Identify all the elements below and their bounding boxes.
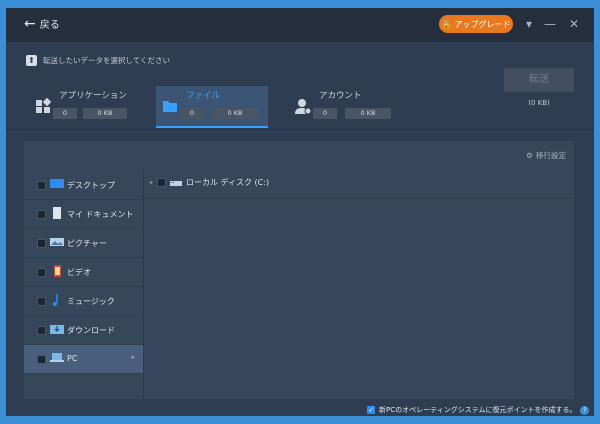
category-accounts[interactable]: アカウント 0 0 KB (289, 86, 401, 126)
checkbox[interactable] (37, 355, 46, 364)
folder-item-music[interactable]: ミュージック (24, 287, 143, 316)
folder-label: マイ ドキュメント (67, 210, 134, 219)
picture-icon (50, 238, 64, 246)
music-note-icon (53, 294, 58, 306)
category-count: 0 (180, 108, 204, 119)
category-count: 0 (53, 108, 77, 119)
category-label: アカウント (319, 91, 362, 101)
chevron-right-icon: ▸ (131, 353, 135, 361)
divider (144, 198, 574, 199)
folder-item-pictures[interactable]: ピクチャー (24, 229, 143, 258)
category-files[interactable]: ファイル 0 0 KB (156, 86, 268, 128)
apps-grid-icon (36, 98, 51, 113)
close-icon[interactable]: ✕ (566, 16, 582, 32)
drive-icon (170, 180, 183, 186)
checkbox[interactable] (37, 297, 46, 306)
back-label: 戻る (39, 20, 60, 31)
folder-item-pc[interactable]: PC ▸ (24, 345, 143, 374)
expand-arrow-icon[interactable]: ▸ (150, 179, 153, 186)
folder-item-downloads[interactable]: ダウンロード (24, 316, 143, 345)
desktop-icon (50, 179, 64, 188)
folder-label: ダウンロード (67, 326, 115, 335)
folder-item-videos[interactable]: ビデオ (24, 258, 143, 287)
back-button[interactable]: ← 戻る (24, 15, 60, 32)
minimize-icon[interactable]: — (542, 16, 558, 32)
restore-point-option[interactable]: ✓ 新PCのオペレーティングシステムに復元ポイントを作成する。 ? (367, 405, 590, 415)
tree-node-local-disk[interactable]: ▸ ローカル ディスク (C:) (150, 177, 269, 188)
title-bar: ← 戻る 🔒 アップグレード ▾ — ✕ (6, 8, 594, 42)
app-window: ← 戻る 🔒 アップグレード ▾ — ✕ ⬆ 転送したいデータを選択してください… (6, 8, 594, 416)
checkbox[interactable] (37, 326, 46, 335)
panel-header: ⚙ 移行設定 (24, 141, 574, 171)
menu-dropdown-icon[interactable]: ▾ (521, 16, 537, 32)
divider (6, 129, 594, 130)
arrow-left-icon: ← (24, 15, 36, 32)
folder-label: デスクトップ (67, 181, 115, 190)
help-icon[interactable]: ? (580, 405, 590, 415)
folder-item-documents[interactable]: マイ ドキュメント (24, 200, 143, 229)
laptop-icon (50, 353, 64, 362)
folder-list: デスクトップ マイ ドキュメント ピクチャー ビデオ ミュージック ダウンロード… (24, 171, 144, 399)
gear-icon: ⚙ (526, 151, 533, 160)
category-size: 0 KB (83, 108, 127, 119)
category-size: 0 KB (345, 108, 391, 119)
hint-text: 転送したいデータを選択してください (43, 56, 171, 65)
tree-node-label: ローカル ディスク (C:) (186, 178, 270, 187)
category-applications[interactable]: アプリケーション 0 0 KB (29, 86, 141, 126)
upgrade-button[interactable]: 🔒 アップグレード (439, 15, 513, 33)
folder-tree: ▸ ローカル ディスク (C:) (144, 171, 574, 399)
category-label: アプリケーション (59, 91, 127, 101)
checkbox[interactable] (157, 178, 167, 187)
user-settings-icon (295, 99, 311, 114)
upgrade-label: アップグレード (454, 19, 511, 29)
folder-icon (163, 101, 177, 112)
lock-icon: 🔒 (441, 19, 452, 29)
restore-point-label: 新PCのオペレーティングシステムに復元ポイントを作成する。 (379, 406, 577, 414)
checkbox[interactable] (37, 268, 46, 277)
category-count: 0 (313, 108, 337, 119)
checkbox[interactable] (37, 239, 46, 248)
instruction-hint: ⬆ 転送したいデータを選択してください (26, 55, 170, 66)
transfer-size: (0 KB) (528, 99, 550, 107)
checkbox[interactable] (37, 181, 46, 190)
folder-label: PC (67, 354, 78, 363)
video-icon (54, 265, 61, 277)
folder-label: ミュージック (67, 297, 115, 306)
category-label: ファイル (186, 91, 221, 101)
folder-label: ビデオ (67, 268, 91, 277)
migration-settings-label: 移行設定 (536, 151, 566, 160)
document-icon (53, 207, 61, 219)
upload-icon: ⬆ (26, 55, 37, 66)
checkbox[interactable] (37, 210, 46, 219)
download-folder-icon (50, 325, 64, 334)
folder-label: ピクチャー (67, 239, 107, 248)
category-size: 0 KB (212, 108, 258, 119)
migration-settings-button[interactable]: ⚙ 移行設定 (526, 150, 566, 161)
file-selection-panel: ⚙ 移行設定 デスクトップ マイ ドキュメント ピクチャー ビデオ ミュージック… (24, 141, 574, 399)
transfer-button[interactable]: 転送 (504, 68, 574, 92)
checked-checkbox[interactable]: ✓ (367, 406, 375, 414)
folder-item-desktop[interactable]: デスクトップ (24, 171, 143, 200)
